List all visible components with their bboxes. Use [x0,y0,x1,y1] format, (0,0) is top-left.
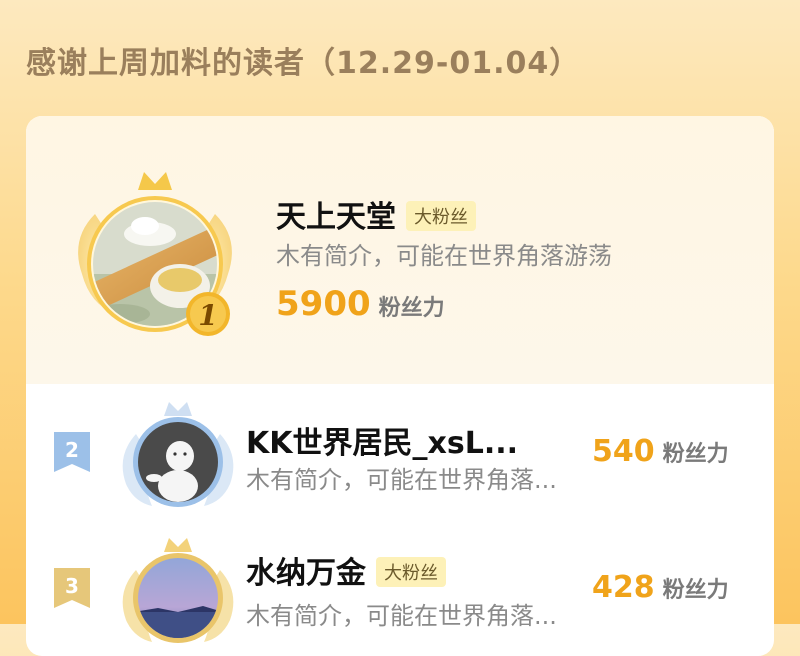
rank-number-1: 1 [198,299,217,332]
reader-bio: 木有简介，可能在世界角落... [246,466,557,494]
reader-score: 540 粉丝力 [592,434,729,469]
reader-name: KK世界居民_xsL... [246,426,519,461]
reader-name: 天上天堂 [276,200,396,235]
fan-tag: 大粉丝 [406,200,476,231]
rank-flag-icon: 3 [54,568,90,608]
score-value: 428 [592,570,655,605]
score-unit: 粉丝力 [662,578,729,603]
reader-row-2[interactable]: 2 KK世界居民_xsL... 木有简介，可能在世界角落... 540 粉丝力 [26,384,774,514]
reader-name-line: 水纳万金 大粉丝 [246,548,446,592]
reader-score: 428 粉丝力 [592,570,729,605]
bronze-rank-badge [122,538,234,643]
reader-row-3[interactable]: 3 水纳万金 大粉丝 木有简介，可能在世界角落... 428 粉丝力 [26,520,774,650]
rank-flag-icon: 2 [54,432,90,472]
rank-number-2: 2 [65,438,79,462]
reader-bio: 木有简介，可能在世界角落游荡 [276,242,612,270]
reader-ranking-card: 1 天上天堂 大粉丝 木有简介，可能在世界角落游荡 5900 粉丝力 2 KK世… [26,116,774,656]
score-value: 5900 [276,284,371,324]
silver-rank-badge [122,402,234,507]
fan-tag: 大粉丝 [376,556,446,587]
reader-name: 水纳万金 [246,556,366,591]
top-reader-row[interactable]: 1 天上天堂 大粉丝 木有简介，可能在世界角落游荡 5900 粉丝力 [26,116,774,384]
top-reader-name-line: 天上天堂 大粉丝 [276,192,476,236]
page-title: 感谢上周加料的读者（12.29-01.04） [26,46,581,81]
gold-rank-badge: 1 [78,172,232,336]
score-unit: 粉丝力 [662,442,729,467]
score-value: 540 [592,434,655,469]
score-unit: 粉丝力 [378,296,445,321]
reader-bio: 木有简介，可能在世界角落... [246,602,557,630]
reader-score: 5900 粉丝力 [276,284,445,324]
rank-number-3: 3 [65,574,79,598]
